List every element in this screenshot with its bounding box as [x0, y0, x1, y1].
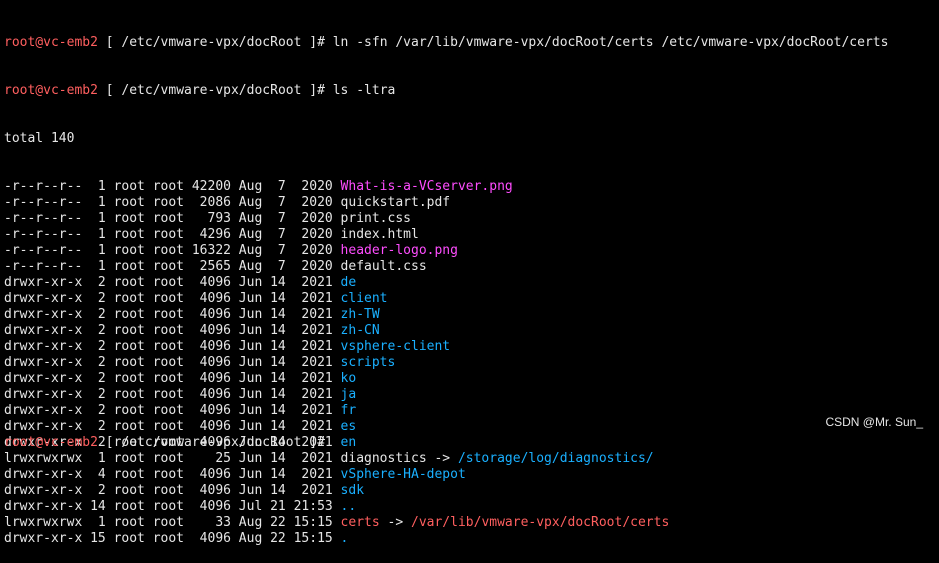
list-item: drwxr-xr-x 2 root root 4096 Jun 14 2021 …: [4, 419, 888, 435]
file-meta: drwxr-xr-x 2 root root 4096 Jun 14 2021: [4, 371, 341, 386]
list-item: drwxr-xr-x 2 root root 4096 Jun 14 2021 …: [4, 483, 888, 499]
prompt-close: ]#: [301, 83, 333, 98]
prompt-path: /etc/vmware-vpx/docRoot: [121, 435, 302, 450]
file-name: fr: [340, 403, 357, 418]
symlink-target: /var/lib/vmware-vpx/docRoot/certs: [411, 515, 670, 530]
file-name: What-is-a-VCserver.png: [340, 179, 513, 194]
watermark: CSDN @Mr. Sun_: [825, 415, 923, 429]
file-meta: drwxr-xr-x 2 root root 4096 Jun 14 2021: [4, 291, 341, 306]
file-meta: drwxr-xr-x 2 root root 4096 Jun 14 2021: [4, 323, 341, 338]
file-meta: drwxr-xr-x 4 root root 4096 Jun 14 2021: [4, 467, 341, 482]
prompt-open: [: [97, 435, 122, 450]
file-name: zh-CN: [340, 323, 380, 338]
list-item: -r--r--r-- 1 root root 42200 Aug 7 2020 …: [4, 179, 888, 195]
prompt-user-host: root@vc-emb2: [4, 35, 98, 50]
file-name: en: [340, 435, 357, 450]
file-meta: -r--r--r-- 1 root root 4296 Aug 7 2020: [4, 227, 341, 242]
file-meta: drwxr-xr-x 2 root root 4096 Jun 14 2021: [4, 403, 341, 418]
prompt-path: /etc/vmware-vpx/docRoot: [121, 83, 302, 98]
file-meta: lrwxrwxrwx 1 root root 33 Aug 22 15:15: [4, 515, 341, 530]
file-name: .: [340, 531, 349, 546]
list-item: drwxr-xr-x 2 root root 4096 Jun 14 2021 …: [4, 403, 888, 419]
prompt-user-host: root@vc-emb2: [4, 435, 98, 450]
file-meta: drwxr-xr-x 2 root root 4096 Jun 14 2021: [4, 355, 341, 370]
list-item: -r--r--r-- 1 root root 793 Aug 7 2020 pr…: [4, 211, 888, 227]
list-item: drwxr-xr-x 2 root root 4096 Jun 14 2021 …: [4, 307, 888, 323]
file-name: vsphere-client: [340, 339, 451, 354]
file-name: zh-TW: [340, 307, 380, 322]
file-name: sdk: [340, 483, 365, 498]
file-name: scripts: [340, 355, 396, 370]
prompt-user-host: root@vc-emb2: [4, 83, 98, 98]
list-item: drwxr-xr-x 2 root root 4096 Jun 14 2021 …: [4, 371, 888, 387]
file-meta: drwxr-xr-x 2 root root 4096 Jun 14 2021: [4, 419, 341, 434]
file-name: de: [340, 275, 357, 290]
file-name: certs: [340, 515, 380, 530]
file-name: print.css: [340, 211, 411, 226]
file-name: diagnostics: [340, 451, 427, 466]
list-item: drwxr-xr-x 2 root root 4096 Jun 14 2021 …: [4, 387, 888, 403]
file-name: ja: [340, 387, 357, 402]
file-name: index.html: [340, 227, 419, 242]
file-name: quickstart.pdf: [340, 195, 451, 210]
file-listing: -r--r--r-- 1 root root 42200 Aug 7 2020 …: [4, 179, 888, 547]
file-meta: -r--r--r-- 1 root root 16322 Aug 7 2020: [4, 243, 341, 258]
prompt-open: [: [97, 35, 122, 50]
prompt-open: [: [97, 83, 122, 98]
file-name: header-logo.png: [340, 243, 458, 258]
file-meta: -r--r--r-- 1 root root 793 Aug 7 2020: [4, 211, 341, 226]
symlink-target: /storage/log/diagnostics/: [457, 451, 654, 466]
list-item: lrwxrwxrwx 1 root root 25 Jun 14 2021 di…: [4, 451, 888, 467]
command-text: ln -sfn /var/lib/vmware-vpx/docRoot/cert…: [332, 35, 889, 50]
file-meta: drwxr-xr-x 15 root root 4096 Aug 22 15:1…: [4, 531, 341, 546]
file-meta: drwxr-xr-x 2 root root 4096 Jun 14 2021: [4, 483, 341, 498]
list-item: drwxr-xr-x 15 root root 4096 Aug 22 15:1…: [4, 531, 888, 547]
list-item: -r--r--r-- 1 root root 2565 Aug 7 2020 d…: [4, 259, 888, 275]
file-name: ko: [340, 371, 357, 386]
list-item: -r--r--r-- 1 root root 2086 Aug 7 2020 q…: [4, 195, 888, 211]
total-line: total 140: [4, 131, 75, 146]
list-item: drwxr-xr-x 2 root root 4096 Jun 14 2021 …: [4, 355, 888, 371]
command-line-3: root@vc-emb2 [ /etc/vmware-vpx/docRoot ]…: [4, 435, 333, 451]
list-item: -r--r--r-- 1 root root 16322 Aug 7 2020 …: [4, 243, 888, 259]
file-meta: drwxr-xr-x 2 root root 4096 Jun 14 2021: [4, 307, 341, 322]
list-item: drwxr-xr-x 14 root root 4096 Jul 21 21:5…: [4, 499, 888, 515]
symlink-arrow: ->: [379, 515, 411, 530]
list-item: drwxr-xr-x 2 root root 4096 Jun 14 2021 …: [4, 275, 888, 291]
command-line-1: root@vc-emb2 [ /etc/vmware-vpx/docRoot ]…: [4, 35, 888, 51]
file-meta: -r--r--r-- 1 root root 42200 Aug 7 2020: [4, 179, 341, 194]
symlink-arrow: ->: [426, 451, 458, 466]
file-meta: drwxr-xr-x 14 root root 4096 Jul 21 21:5…: [4, 499, 341, 514]
command-line-2: root@vc-emb2 [ /etc/vmware-vpx/docRoot ]…: [4, 83, 888, 99]
file-meta: -r--r--r-- 1 root root 2565 Aug 7 2020: [4, 259, 341, 274]
file-name: client: [340, 291, 388, 306]
terminal-output: root@vc-emb2 [ /etc/vmware-vpx/docRoot ]…: [4, 3, 888, 563]
list-item: -r--r--r-- 1 root root 4296 Aug 7 2020 i…: [4, 227, 888, 243]
prompt-close: ]#: [301, 435, 333, 450]
file-name: default.css: [340, 259, 427, 274]
list-item: drwxr-xr-x 2 root root 4096 Jun 14 2021 …: [4, 323, 888, 339]
file-name: ..: [340, 499, 357, 514]
file-meta: drwxr-xr-x 2 root root 4096 Jun 14 2021: [4, 339, 341, 354]
file-meta: drwxr-xr-x 2 root root 4096 Jun 14 2021: [4, 275, 341, 290]
file-meta: lrwxrwxrwx 1 root root 25 Jun 14 2021: [4, 451, 341, 466]
list-item: lrwxrwxrwx 1 root root 33 Aug 22 15:15 c…: [4, 515, 888, 531]
file-meta: -r--r--r-- 1 root root 2086 Aug 7 2020: [4, 195, 341, 210]
file-meta: drwxr-xr-x 2 root root 4096 Jun 14 2021: [4, 387, 341, 402]
command-text: ls -ltra: [332, 83, 396, 98]
prompt-path: /etc/vmware-vpx/docRoot: [121, 35, 302, 50]
list-item: drwxr-xr-x 4 root root 4096 Jun 14 2021 …: [4, 467, 888, 483]
list-item: drwxr-xr-x 2 root root 4096 Jun 14 2021 …: [4, 339, 888, 355]
list-item: drwxr-xr-x 2 root root 4096 Jun 14 2021 …: [4, 291, 888, 307]
prompt-close: ]#: [301, 35, 333, 50]
file-name: vSphere-HA-depot: [340, 467, 466, 482]
file-name: es: [340, 419, 357, 434]
